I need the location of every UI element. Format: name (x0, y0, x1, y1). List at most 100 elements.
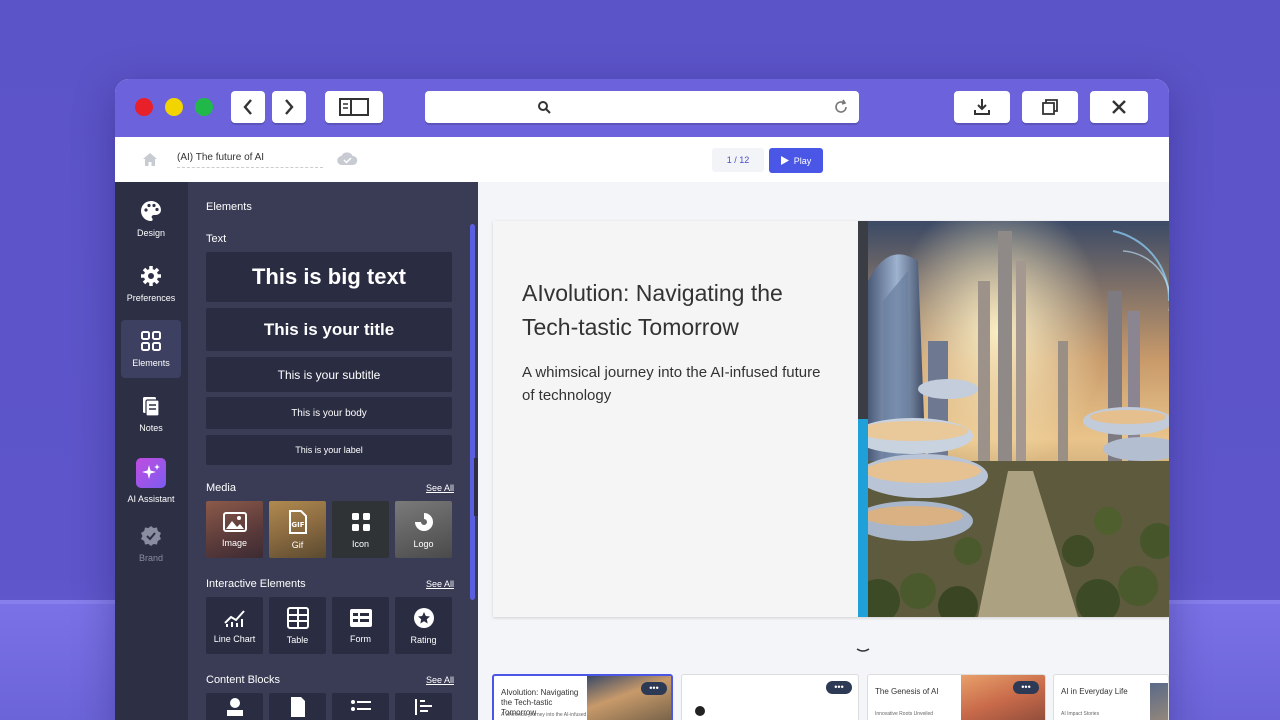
content-block-tile-1[interactable] (206, 693, 263, 720)
grid-icon (141, 331, 161, 351)
line-chart-tile[interactable]: Line Chart (206, 597, 263, 654)
logo-icon (414, 512, 433, 531)
interactive-section-label: Interactive Elements (206, 578, 306, 590)
thumbnail-more-button[interactable]: ••• (826, 681, 852, 694)
form-label: Form (350, 633, 371, 644)
thumbnail-more-button[interactable]: ••• (641, 682, 667, 695)
content-block-tile-3[interactable] (332, 693, 389, 720)
panel-scrollbar[interactable] (470, 224, 475, 600)
app-header: (AI) The future of AI 1 / 12 Play (115, 137, 1169, 182)
back-button[interactable] (231, 91, 265, 123)
timeline-icon (414, 698, 432, 715)
rail-item-design[interactable]: Design (121, 190, 181, 248)
rail-label-elements: Elements (132, 358, 170, 368)
form-tile[interactable]: Form (332, 597, 389, 654)
download-button[interactable] (954, 91, 1010, 123)
media-icon-label: Icon (351, 538, 369, 549)
thumbnail-subtitle: Innovative Roots Unveiled (875, 711, 934, 717)
content-blocks-see-all-link[interactable]: See All (426, 675, 454, 685)
restore-window-icon (1042, 99, 1058, 115)
text-section-label: Text (206, 233, 227, 245)
palette-icon (141, 201, 161, 221)
slide-thumbnail[interactable]: AI in Everyday Life AI Impact Stories (1053, 674, 1169, 720)
reload-icon[interactable] (833, 99, 849, 115)
interactive-see-all-link[interactable]: See All (426, 579, 454, 589)
text-subtitle-card[interactable]: This is your subtitle (206, 357, 452, 392)
rail-item-brand[interactable]: Brand (121, 515, 181, 573)
media-see-all-link[interactable]: See All (426, 483, 454, 493)
play-label: Play (793, 155, 812, 166)
notes-icon (143, 397, 160, 417)
gif-icon: GIF (288, 509, 307, 534)
media-icon-tile[interactable]: Icon (332, 501, 389, 558)
media-logo-tile[interactable]: Logo (395, 501, 452, 558)
content-blocks-section-label: Content Blocks (206, 674, 280, 686)
text-label-card[interactable]: This is your label (206, 435, 452, 465)
home-icon[interactable] (142, 151, 158, 167)
line-chart-icon (223, 609, 245, 627)
chevron-down-icon[interactable] (856, 648, 870, 654)
svg-text:GIF: GIF (291, 521, 304, 529)
chevron-left-icon (243, 99, 252, 115)
gear-icon (141, 266, 161, 286)
media-gif-tile[interactable]: GIF Gif (269, 501, 326, 558)
line-chart-label: Line Chart (213, 633, 256, 644)
slide-title[interactable]: AIvolution: Navigating the Tech-tastic T… (522, 276, 842, 344)
close-traffic-light[interactable] (135, 98, 153, 116)
rail-label-brand: Brand (138, 553, 164, 563)
maximize-traffic-light[interactable] (195, 98, 213, 116)
slide-canvas: AIvolution: Navigating the Tech-tastic T… (478, 182, 1169, 720)
rail-item-elements[interactable]: Elements (121, 320, 181, 378)
thumbnail-title: AI in Everyday Life (1061, 687, 1128, 696)
close-window-button[interactable] (1090, 91, 1148, 123)
rail-label-notes: Notes (139, 423, 163, 433)
app-window: (AI) The future of AI 1 / 12 Play Design… (115, 79, 1169, 720)
document-icon (290, 696, 305, 717)
slide-subtitle[interactable]: A whimsical journey into the AI-infused … (522, 361, 822, 407)
sparkles-icon (136, 458, 166, 488)
rail-item-ai-assistant[interactable]: AI Assistant (121, 452, 181, 510)
text-big-card[interactable]: This is big text (206, 252, 452, 302)
panel-heading: Elements (206, 201, 252, 213)
content-block-tile-2[interactable] (269, 693, 326, 720)
text-body-card[interactable]: This is your body (206, 397, 452, 429)
slide-thumbnail[interactable]: The Genesis of AI Innovative Roots Unvei… (867, 674, 1046, 720)
media-logo-label: Logo (413, 538, 434, 549)
address-bar[interactable] (425, 91, 859, 123)
thumbnail-more-button[interactable]: ••• (1013, 681, 1039, 694)
minimize-traffic-light[interactable] (165, 98, 183, 116)
futuristic-city-image (858, 221, 1169, 617)
close-icon (1112, 100, 1126, 114)
sidebar-toggle-button[interactable] (325, 91, 383, 123)
table-icon (286, 606, 309, 629)
nav-rail: Design Preferences Elements Notes AI Ass… (115, 182, 188, 720)
restore-window-button[interactable] (1022, 91, 1078, 123)
current-slide[interactable]: AIvolution: Navigating the Tech-tastic T… (493, 221, 1169, 617)
chevron-right-icon (285, 99, 294, 115)
media-image-tile[interactable]: Image (206, 501, 263, 558)
rail-item-preferences[interactable]: Preferences (121, 255, 181, 313)
image-icon (222, 511, 247, 532)
play-icon (780, 156, 789, 165)
document-title[interactable]: (AI) The future of AI (177, 152, 323, 168)
media-section-label: Media (206, 482, 236, 494)
forward-button[interactable] (272, 91, 306, 123)
rail-label-design: Design (136, 228, 165, 238)
play-button[interactable]: Play (769, 148, 823, 173)
thumbnail-subtitle: AI Impact Stories (1061, 711, 1100, 717)
content-block-tile-4[interactable] (395, 693, 452, 720)
icons-grid-icon (351, 512, 370, 531)
list-icon (350, 699, 371, 711)
elements-panel: Elements Text This is big text This is y… (188, 182, 478, 720)
cloud-saved-icon (337, 152, 358, 166)
media-gif-label: Gif (291, 539, 304, 550)
text-title-card[interactable]: This is your title (206, 308, 452, 351)
slide-thumbnail[interactable]: AIvolution: Navigating the Tech-tastic T… (492, 674, 673, 720)
rating-tile[interactable]: Rating (395, 597, 452, 654)
slide-thumbnail[interactable]: ••• (681, 674, 859, 720)
slide-image[interactable] (858, 221, 1169, 617)
rail-item-notes[interactable]: Notes (121, 385, 181, 443)
table-tile[interactable]: Table (269, 597, 326, 654)
page-counter: 1 / 12 (712, 148, 764, 172)
form-icon (349, 608, 372, 627)
